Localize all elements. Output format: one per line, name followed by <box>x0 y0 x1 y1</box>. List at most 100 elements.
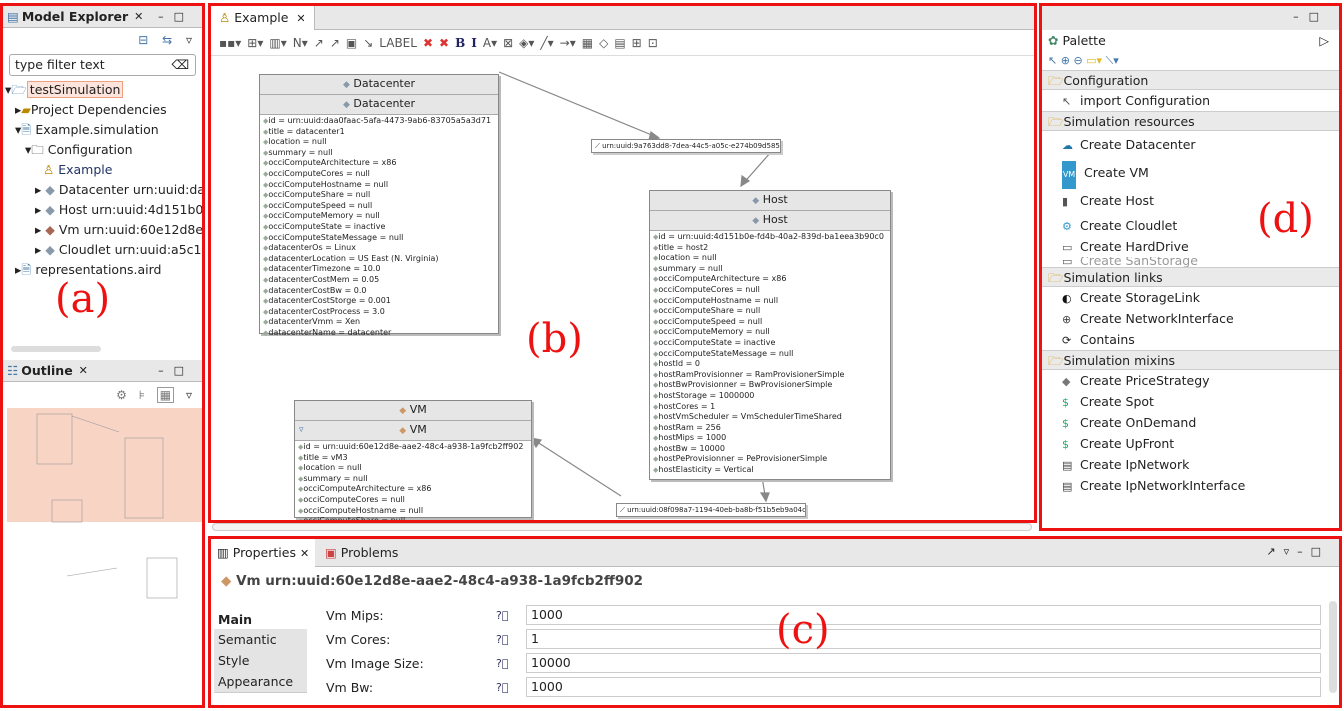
tree-item-vm[interactable]: ▸ ◆ Vm urn:uuid:60e12d8e-aa <box>3 220 202 240</box>
datacenter-attribute[interactable]: location = null <box>263 137 495 148</box>
property-value-field[interactable]: 1000 <box>526 605 1321 625</box>
collapse-palette-icon[interactable]: ▷ <box>1319 30 1329 52</box>
host-attribute[interactable]: location = null <box>653 253 887 264</box>
palette-item-create-ipnetworkinterface[interactable]: ▤ Create IpNetworkInterface <box>1042 475 1339 496</box>
vm-attribute[interactable]: summary = null <box>298 474 528 485</box>
toolbar-icon-9[interactable]: ✖ <box>423 36 433 50</box>
toolbar-icon-3[interactable]: N▾ <box>293 36 308 50</box>
palette-section-configuration[interactable]: Configuration <box>1042 70 1339 90</box>
close-icon[interactable]: ✕ <box>300 547 309 560</box>
datacenter-attribute[interactable]: occiComputeArchitecture = x86 <box>263 158 495 169</box>
clear-icon[interactable]: ⌫ <box>171 55 189 75</box>
host-attribute[interactable]: occiComputeHostname = null <box>653 296 887 307</box>
help-icon[interactable]: ?⃝ <box>496 633 526 646</box>
datacenter-attribute[interactable]: datacenterCostProcess = 3.0 <box>263 307 495 318</box>
host-attribute[interactable]: occiComputeState = inactive <box>653 338 887 349</box>
datacenter-attribute[interactable]: id = urn:uuid:daa0faac-5afa-4473-9ab6-83… <box>263 116 495 127</box>
host-attribute[interactable]: occiComputeArchitecture = x86 <box>653 274 887 285</box>
datacenter-attribute[interactable]: title = datacenter1 <box>263 127 495 138</box>
palette-section-simulation-links[interactable]: Simulation links <box>1042 267 1339 287</box>
host-attribute[interactable]: occiComputeCores = null <box>653 285 887 296</box>
collapse-icon[interactable]: ⊟ <box>138 33 148 47</box>
help-icon[interactable]: ?⃝ <box>496 681 526 694</box>
zoom-in-icon[interactable]: ⊕ <box>1061 54 1070 67</box>
vm-attribute[interactable]: occiComputeCores = null <box>298 495 528 506</box>
tree-item-host[interactable]: ▸ ◆ Host urn:uuid:4d151b0e- <box>3 200 202 220</box>
tree-item-simulation-file[interactable]: ▾🗎 Example.simulation <box>3 120 202 140</box>
side-tab-style[interactable]: Style <box>214 650 307 672</box>
property-value-field[interactable]: 1000 <box>526 677 1321 697</box>
toolbar-icon-12[interactable]: I <box>471 36 477 50</box>
model-explorer-tab[interactable]: ▤ Model Explorer ✕ –□ <box>3 6 202 28</box>
vm-attribute[interactable]: title = vM3 <box>298 453 528 464</box>
datacenter-attribute[interactable]: occiComputeHostname = null <box>263 180 495 191</box>
host-attribute[interactable]: hostId = 0 <box>653 359 887 370</box>
host-attribute[interactable]: hostStorage = 1000000 <box>653 391 887 402</box>
palette-item-create-vm[interactable]: VM Create VM <box>1042 159 1339 189</box>
minimize-maximize-icons[interactable]: –□ <box>158 10 194 23</box>
toolbar-icon-11[interactable]: B <box>455 36 465 50</box>
vm-node[interactable]: ◆ VM ▿◆ VM id = urn:uuid:60e12d8e-aae2-4… <box>294 400 532 520</box>
toolbar-icon-10[interactable]: ✖ <box>439 36 449 50</box>
palette-item-create-upfront[interactable]: $ Create UpFront <box>1042 433 1339 454</box>
vm-attribute[interactable]: occiComputeShare = null <box>298 516 528 520</box>
tree-item-dependencies[interactable]: ▸▰Project Dependencies <box>3 100 202 120</box>
toolbar-icon-21[interactable]: ⊞ <box>632 36 642 50</box>
outline-overview[interactable] <box>7 408 202 604</box>
palette-item-create-spot[interactable]: $ Create Spot <box>1042 391 1339 412</box>
select-tool-icon[interactable]: ↖ <box>1048 54 1057 67</box>
palette-item-create-sanstorage[interactable]: ▭ Create SanStorage <box>1042 257 1339 267</box>
palette-section-simulation-mixins[interactable]: Simulation mixins <box>1042 350 1339 370</box>
close-icon[interactable]: ✕ <box>134 10 143 23</box>
datacenter-attribute[interactable]: occiComputeShare = null <box>263 190 495 201</box>
tree-item-cloudlet[interactable]: ▸ ◆ Cloudlet urn:uuid:a5c113 <box>3 240 202 260</box>
palette-item-create-pricestrategy[interactable]: ◆ Create PriceStrategy <box>1042 370 1339 391</box>
link-node-1[interactable]: ⟋ urn:uuid:9a763dd8-7dea-44c5-a05c-e274b… <box>591 139 781 153</box>
host-attribute[interactable]: hostPeProvisionner = PeProvisionerSimple <box>653 454 887 465</box>
palette-item-create-datacenter[interactable]: ☁ Create Datacenter <box>1042 131 1339 159</box>
toolbar-icon-18[interactable]: ▦ <box>582 36 593 50</box>
toolbar-icon-1[interactable]: ⊞▾ <box>247 36 263 50</box>
editor-hscroll[interactable] <box>212 523 1032 531</box>
tree-item-datacenter[interactable]: ▸ ◆ Datacenter urn:uuid:daa0 <box>3 180 202 200</box>
host-attribute[interactable]: occiComputeStateMessage = null <box>653 349 887 360</box>
palette-item-create-storagelink[interactable]: ◐ Create StorageLink <box>1042 287 1339 308</box>
close-icon[interactable]: ✕ <box>296 12 305 25</box>
datacenter-attribute[interactable]: occiComputeMemory = null <box>263 211 495 222</box>
datacenter-attribute[interactable]: datacenterLocation = US East (N. Virgini… <box>263 254 495 265</box>
datacenter-attribute[interactable]: occiComputeState = inactive <box>263 222 495 233</box>
toolbar-icon-19[interactable]: ◇ <box>599 36 608 50</box>
toolbar-icon-13[interactable]: A▾ <box>483 36 497 50</box>
vm-attribute[interactable]: id = urn:uuid:60e12d8e-aae2-48c4-a938-1a… <box>298 442 528 453</box>
palette-item-import-configuration[interactable]: ↖ import Configuration <box>1042 90 1339 111</box>
datacenter-attribute[interactable]: occiComputeSpeed = null <box>263 201 495 212</box>
datacenter-attribute[interactable]: datacenterTimezone = 10.0 <box>263 264 495 275</box>
help-icon[interactable]: ?⃝ <box>496 657 526 670</box>
side-tab-semantic[interactable]: Semantic <box>214 629 307 651</box>
toolbar-icon-14[interactable]: ⊠ <box>503 36 513 50</box>
host-attribute[interactable]: occiComputeShare = null <box>653 306 887 317</box>
toolbar-icon-2[interactable]: ▥▾ <box>269 36 286 50</box>
properties-tab[interactable]: ▥ Properties ✕ <box>211 539 316 567</box>
host-attribute[interactable]: occiComputeSpeed = null <box>653 317 887 328</box>
host-attribute[interactable]: hostMips = 1000 <box>653 433 887 444</box>
link-node-2[interactable]: ⟋ urn:uuid:08f098a7-1194-40eb-ba8b-f51b5… <box>616 503 806 517</box>
host-attribute[interactable]: title = host2 <box>653 243 887 254</box>
side-tab-appearance[interactable]: Appearance <box>214 671 307 693</box>
host-attribute[interactable]: occiComputeMemory = null <box>653 327 887 338</box>
outline-filter-icon[interactable]: ⚙ <box>116 388 127 402</box>
toolbar-icon-15[interactable]: ◈▾ <box>519 36 534 50</box>
vm-attribute[interactable]: occiComputeHostname = null <box>298 506 528 517</box>
host-attribute[interactable]: id = urn:uuid:4d151b0e-fd4b-40a2-839d-ba… <box>653 232 887 243</box>
datacenter-attribute[interactable]: summary = null <box>263 148 495 159</box>
properties-vscroll[interactable] <box>1329 601 1337 693</box>
tree-item-project[interactable]: ▾🗁 testSimulation <box>3 80 202 100</box>
toolbar-icon-8[interactable]: LABEL <box>379 36 417 50</box>
help-icon[interactable]: ?⃝ <box>496 609 526 622</box>
toolbar-icon-20[interactable]: ▤ <box>614 36 625 50</box>
collapse-icon[interactable]: ▿ <box>299 421 304 439</box>
host-attribute[interactable]: hostVmScheduler = VmSchedulerTimeShared <box>653 412 887 423</box>
host-attribute[interactable]: summary = null <box>653 264 887 275</box>
host-attribute[interactable]: hostRamProvisionner = RamProvisionerSimp… <box>653 370 887 381</box>
outline-overview-icon[interactable]: ▦ <box>156 387 175 403</box>
